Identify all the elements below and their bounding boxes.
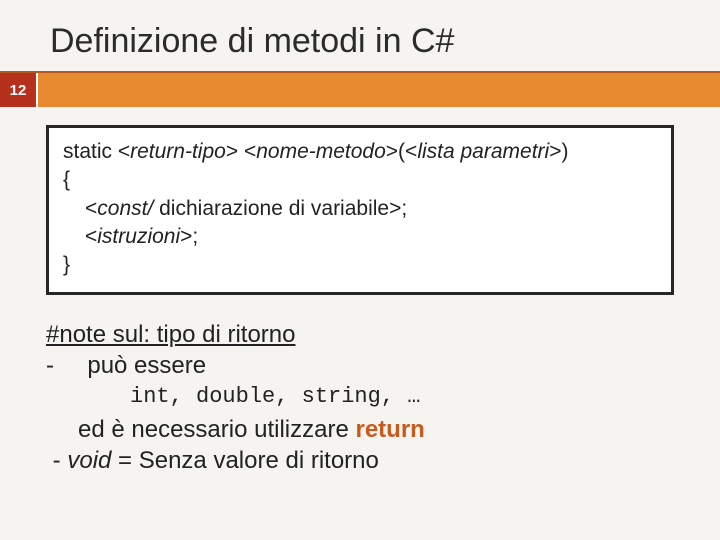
notes-line3: ed è necessario utilizzare return [46,414,674,445]
code-signature: static <return-tipo> <nome-metodo>(<list… [63,138,657,166]
bullet1-dash: - [46,352,54,379]
accent-bar [38,73,720,107]
code-brace-close: } [63,251,657,279]
sig-method-name: nome-metodo [256,140,386,163]
notes-heading: #note sul: tipo di ritorno [46,319,674,350]
slide-title: Definizione di metodi in C# [0,22,720,73]
bullet1-text: può essere [87,352,206,379]
bullet2-text: = Senza valore di ritorno [111,447,378,474]
notes-block: #note sul: tipo di ritorno - può essere … [46,319,674,476]
code-brace-open: { [63,166,657,194]
sig-close: >) [549,140,568,163]
sig-params: lista parametri [417,140,549,163]
title-band: 12 [0,73,720,107]
bullet2-dash: - [53,447,68,474]
notes-bullet-1: - può essere [46,350,674,381]
notes-bullet-2: - void = Senza valore di ritorno [46,445,674,476]
instr-open: < [85,225,97,248]
slide: Definizione di metodi in C# 12 static <r… [0,0,720,540]
code-box: static <return-tipo> <nome-metodo>(<list… [46,125,674,295]
notes-types: int, double, string, … [46,383,674,412]
decl-text: dichiarazione di variabile>; [153,197,407,220]
page-number: 12 [0,73,38,107]
void-keyword: void [67,447,111,474]
code-instr: <istruzioni>; [63,223,657,251]
sig-paren: >(< [386,140,418,163]
return-keyword: return [355,416,424,443]
line3a: ed è necessario utilizzare [78,416,355,443]
instr-text: istruzioni [97,225,180,248]
sig-static: static < [63,140,130,163]
code-decl: <const/ dichiarazione di variabile>; [63,195,657,223]
instr-close: >; [180,225,198,248]
decl-open: < [85,197,97,220]
content-area: static <return-tipo> <nome-metodo>(<list… [0,107,720,476]
decl-const: const/ [97,197,153,220]
sig-mid: > < [226,140,256,163]
sig-return-type: return-tipo [130,140,226,163]
